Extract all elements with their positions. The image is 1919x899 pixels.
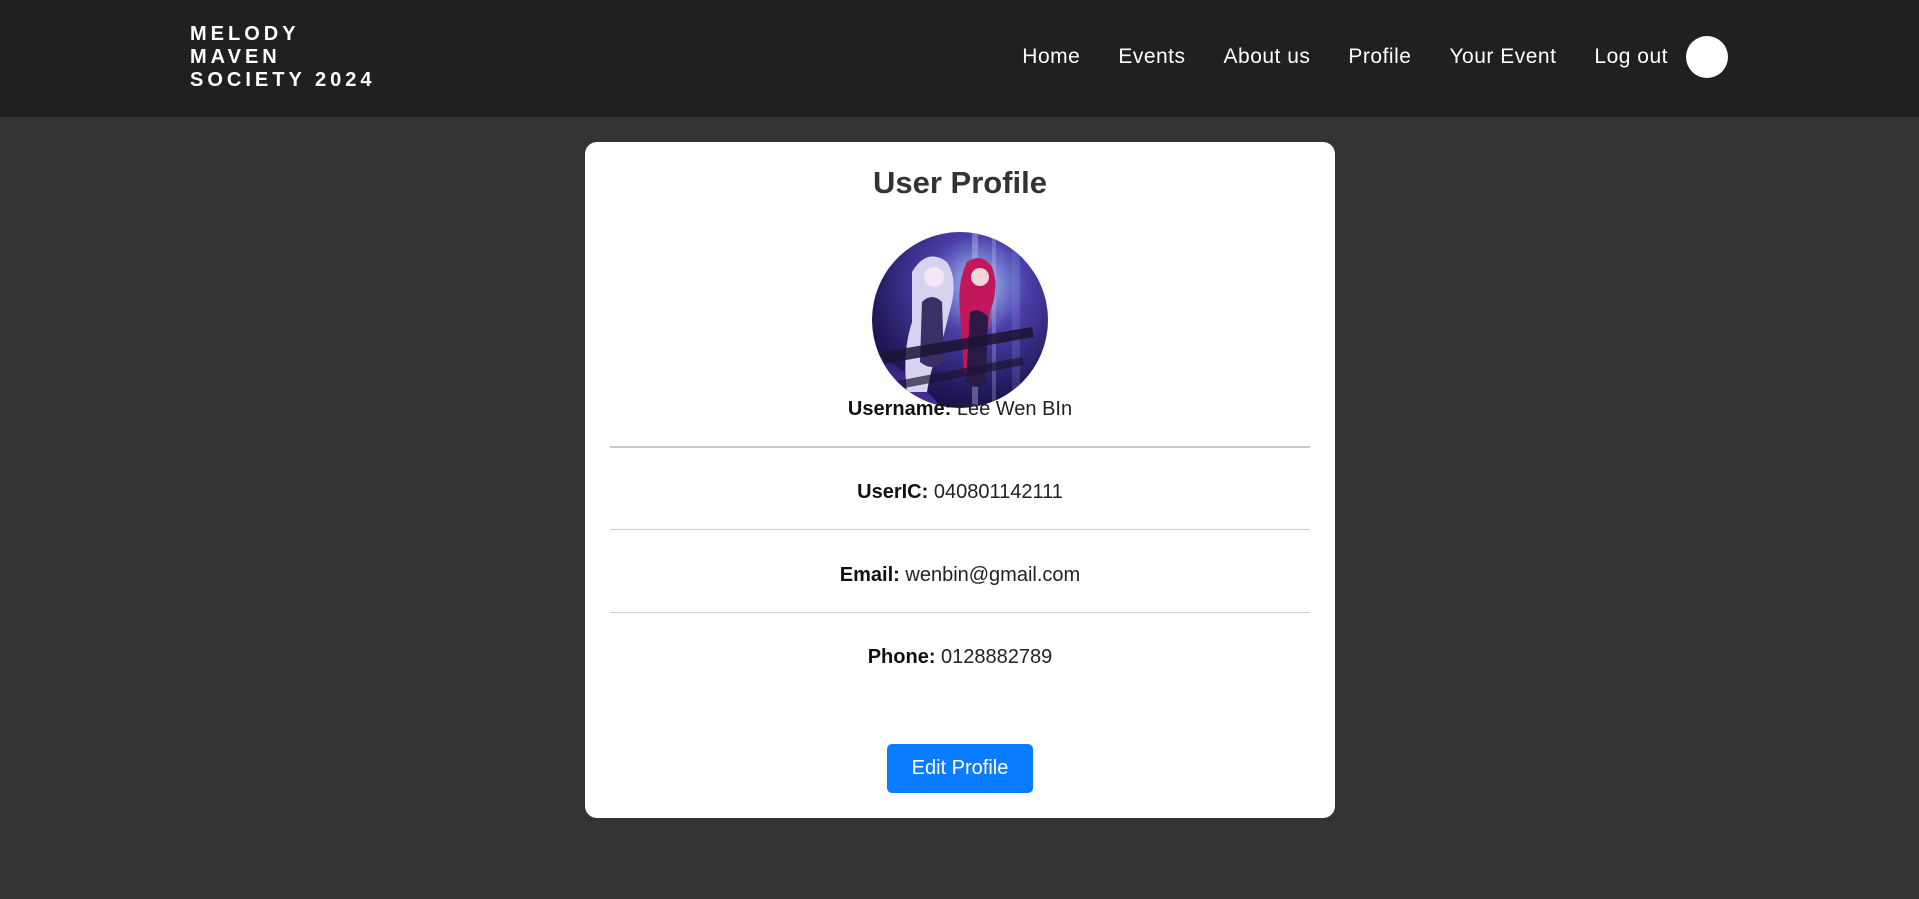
- nav-about-link[interactable]: About us: [1224, 45, 1311, 69]
- useric-value: 040801142111: [933, 481, 1063, 503]
- useric-row: UserIC: 040801142111: [610, 481, 1310, 504]
- divider: [610, 612, 1310, 613]
- nav-your-event-link[interactable]: Your Event: [1449, 45, 1556, 69]
- brand-line-2: MAVEN: [190, 46, 281, 68]
- email-label: Email:: [839, 564, 900, 586]
- divider: [610, 446, 1310, 448]
- avatar-illustration: [872, 232, 1048, 408]
- phone-label: Phone:: [867, 646, 936, 668]
- email-row: Email: wenbin@gmail.com: [610, 564, 1310, 587]
- edit-profile-button[interactable]: Edit Profile: [887, 744, 1033, 793]
- profile-card: User Profile Username: Lee Wen BIn UserI…: [585, 142, 1335, 818]
- nav-links: Home Events About us Profile Your Event …: [1022, 0, 1919, 114]
- divider: [610, 529, 1310, 530]
- nav-profile-link[interactable]: Profile: [1348, 45, 1411, 69]
- page-title: User Profile: [872, 165, 1047, 200]
- username-label: Username:: [847, 398, 952, 420]
- nav-logout-link[interactable]: Log out: [1594, 45, 1668, 69]
- brand-logo[interactable]: MELODY MAVEN SOCIETY 2024: [190, 23, 375, 92]
- brand-line-1: MELODY: [190, 23, 300, 45]
- nav-avatar-icon[interactable]: [1686, 36, 1728, 78]
- brand-line-3: SOCIETY 2024: [190, 69, 376, 91]
- phone-row: Phone: 0128882789: [610, 646, 1310, 669]
- email-value: wenbin@gmail.com: [905, 564, 1081, 586]
- top-navbar: MELODY MAVEN SOCIETY 2024 Home Events Ab…: [0, 0, 1919, 117]
- username-value: Lee Wen BIn: [956, 398, 1073, 420]
- username-row: Username: Lee Wen BIn: [610, 398, 1310, 421]
- phone-value: 0128882789: [941, 646, 1053, 668]
- user-avatar-image: [872, 232, 1048, 408]
- useric-label: UserIC:: [857, 481, 929, 503]
- nav-home-link[interactable]: Home: [1022, 45, 1080, 69]
- nav-events-link[interactable]: Events: [1118, 45, 1185, 69]
